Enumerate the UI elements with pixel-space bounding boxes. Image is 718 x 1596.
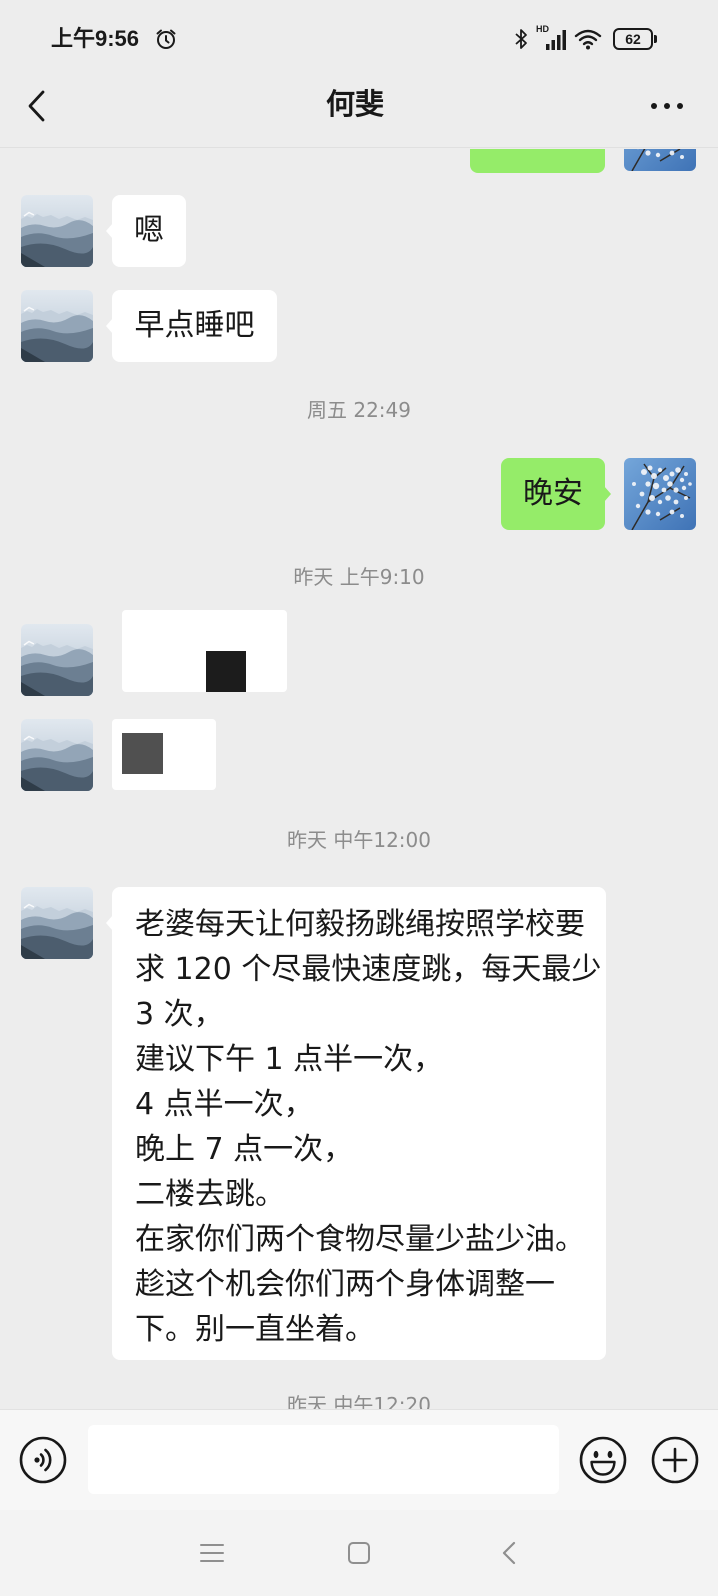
status-time: 上午9:56 (51, 26, 140, 51)
contact-avatar[interactable] (21, 887, 93, 959)
more-options-button[interactable] (649, 99, 685, 109)
message-text-line: 求 120 个尽最快速度跳，每天最少 (135, 952, 602, 987)
voice-input-button[interactable] (19, 1436, 67, 1484)
cellular-signal-icon: HD (536, 24, 568, 52)
more-actions-button[interactable] (651, 1436, 699, 1484)
wifi-icon (574, 27, 602, 51)
message-text-line: 下。别一直坐着。 (135, 1312, 375, 1347)
message-text-line: 4 点半一次， (135, 1087, 314, 1122)
image-message[interactable] (112, 719, 216, 790)
chat-title: 何斐 (325, 87, 384, 121)
message-bubble-outgoing-partial[interactable] (470, 149, 605, 173)
menu-icon (200, 1544, 224, 1562)
message-text-line: 3 次， (135, 997, 224, 1032)
message-timestamp: 周五 22:49 (307, 398, 411, 422)
message-text-line: 趁这个机会你们两个身体调整一 (135, 1267, 555, 1302)
self-avatar[interactable] (624, 149, 696, 171)
message-bubble-incoming[interactable]: 早点睡吧 (106, 290, 277, 362)
message-bubble-incoming[interactable]: 老婆每天让何毅扬跳绳按照学校要 求 120 个尽最快速度跳，每天最少 3 次， … (106, 887, 606, 1360)
alarm-icon (154, 27, 178, 51)
message-text-line: 建议下午 1 点半一次， (135, 1042, 444, 1077)
emoji-button[interactable] (579, 1436, 627, 1484)
nav-home-button[interactable] (346, 1540, 372, 1566)
image-dark-block (206, 651, 246, 692)
image-message[interactable] (122, 610, 287, 692)
home-square-icon (348, 1542, 370, 1564)
contact-avatar[interactable] (21, 719, 93, 791)
plus-circle-icon (651, 1436, 699, 1484)
nav-back-button[interactable] (497, 1540, 523, 1566)
message-text-line: 晚上 7 点一次， (135, 1132, 354, 1167)
more-icon (651, 103, 683, 109)
message-text-line: 老婆每天让何毅扬跳绳按照学校要 (135, 907, 585, 942)
message-text-line: 二楼去跳。 (135, 1177, 285, 1212)
nav-menu-button[interactable] (199, 1540, 225, 1566)
image-gray-block (122, 733, 163, 774)
back-chevron-icon (502, 1541, 516, 1565)
system-nav-bar (0, 1510, 718, 1596)
chevron-left-icon (28, 90, 45, 122)
emoji-icon (579, 1436, 627, 1484)
message-text-line: 在家你们两个食物尽量少盐少油。 (135, 1222, 585, 1257)
message-list[interactable]: 嗯 早点睡吧 周五 22:49 晚安 昨天 上午9:10 昨天 中午12:00 … (0, 149, 718, 1409)
input-bar (0, 1409, 718, 1510)
message-bubble-outgoing[interactable]: 晚安 (501, 458, 611, 530)
message-timestamp: 昨天 中午12:00 (287, 828, 431, 852)
status-bar: 上午9:56 HD 62 (0, 0, 718, 76)
contact-avatar[interactable] (21, 195, 93, 267)
message-timestamp: 昨天 中午12:20 (287, 1393, 431, 1409)
contact-avatar[interactable] (21, 290, 93, 362)
message-input[interactable] (88, 1425, 559, 1494)
contact-avatar[interactable] (21, 624, 93, 696)
back-button[interactable] (22, 88, 50, 124)
message-bubble-incoming[interactable]: 嗯 (106, 195, 186, 267)
battery-icon: 62 (613, 28, 657, 50)
title-bar: 何斐 (0, 76, 718, 148)
message-timestamp: 昨天 上午9:10 (293, 565, 425, 589)
bluetooth-icon (514, 27, 528, 51)
voice-icon (19, 1436, 67, 1484)
self-avatar[interactable] (624, 458, 696, 530)
